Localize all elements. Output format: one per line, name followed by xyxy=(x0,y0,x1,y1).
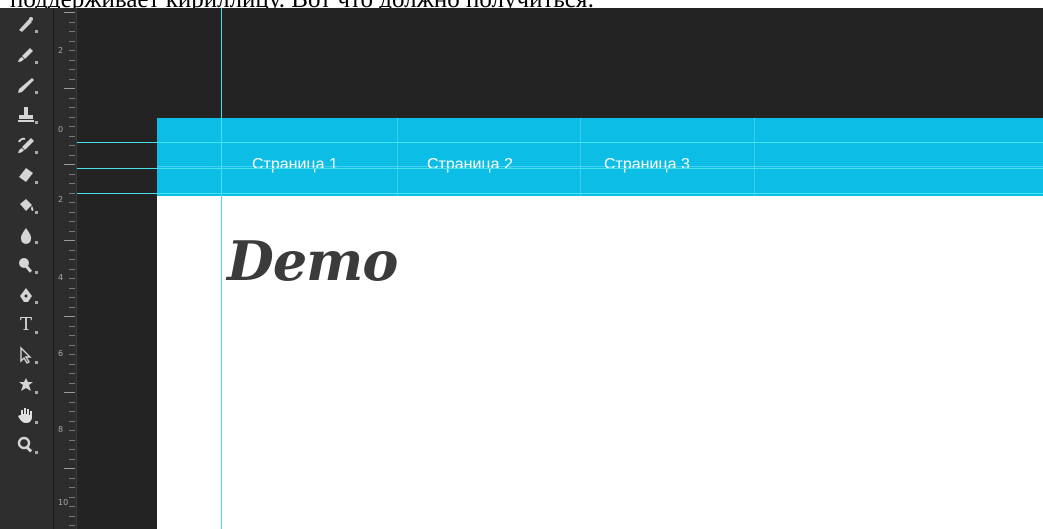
ruler-tick xyxy=(69,326,75,327)
ruler-tick xyxy=(69,411,75,412)
horizontal-guide[interactable] xyxy=(77,193,1043,194)
ruler-tick xyxy=(69,487,75,488)
eraser-icon[interactable] xyxy=(14,165,38,185)
pen-icon[interactable] xyxy=(14,285,38,305)
ruler-label: 8 xyxy=(58,425,64,434)
tools-panel: T xyxy=(0,8,54,529)
ruler-tick xyxy=(69,525,75,526)
paint-bucket-icon[interactable] xyxy=(14,195,38,215)
dodge-icon[interactable] xyxy=(14,255,38,275)
ruler-tick xyxy=(69,430,75,431)
ruler-tick xyxy=(69,212,75,213)
ruler-tick xyxy=(69,459,75,460)
nav-item-page-3[interactable]: Страница 3 xyxy=(604,156,690,174)
ruler-label: 2 xyxy=(58,46,64,55)
ruler-tick xyxy=(69,250,75,251)
document-canvas[interactable]: Страница 1 Страница 2 Страница 3 Demo xyxy=(157,118,1043,529)
demo-logo: Demo xyxy=(227,229,398,293)
ruler-tick xyxy=(64,316,75,317)
ruler-tick xyxy=(69,259,75,260)
ruler-tick xyxy=(69,193,75,194)
type-tool-glyph: T xyxy=(19,314,32,335)
ruler-label: 0 xyxy=(58,125,64,134)
photoshop-window: T 2 0 2 4 6 8 10 Страница 1 Страница 2 С… xyxy=(0,8,1043,529)
vertical-guide[interactable] xyxy=(221,8,222,529)
ruler-tick xyxy=(69,383,75,384)
ruler-tick xyxy=(69,126,75,127)
ruler-tick xyxy=(64,392,75,393)
ruler-tick xyxy=(69,497,75,498)
ruler-tick xyxy=(69,221,75,222)
ruler-tick xyxy=(69,421,75,422)
ruler-tick xyxy=(69,117,75,118)
history-brush-icon[interactable] xyxy=(14,135,38,155)
ruler-tick xyxy=(69,98,75,99)
ruler-tick xyxy=(69,22,75,23)
brush-icon[interactable] xyxy=(14,45,38,65)
type-icon[interactable]: T xyxy=(14,315,38,335)
clone-stamp-icon[interactable] xyxy=(14,105,38,125)
ruler-tick xyxy=(69,449,75,450)
ruler-tick xyxy=(69,288,75,289)
ruler-tick xyxy=(69,107,75,108)
vertical-ruler[interactable]: 2 0 2 4 6 8 10 xyxy=(54,8,77,529)
ruler-tick xyxy=(64,88,75,89)
custom-shape-icon[interactable] xyxy=(14,375,38,395)
ruler-tick xyxy=(64,240,75,241)
ruler-tick xyxy=(69,440,75,441)
ruler-tick xyxy=(69,278,75,279)
ruler-tick xyxy=(69,155,75,156)
spot-healing-icon[interactable] xyxy=(14,14,38,34)
ruler-tick xyxy=(69,335,75,336)
horizontal-guide[interactable] xyxy=(77,142,1043,143)
zoom-icon[interactable] xyxy=(14,435,38,455)
hand-icon[interactable] xyxy=(14,405,38,425)
ruler-tick xyxy=(69,145,75,146)
ruler-tick xyxy=(69,174,75,175)
nav-bar: Страница 1 Страница 2 Страница 3 xyxy=(157,118,1043,196)
ruler-tick xyxy=(69,516,75,517)
ruler-label: 2 xyxy=(58,195,64,204)
ruler-tick xyxy=(69,478,75,479)
ruler-tick xyxy=(64,468,75,469)
blur-icon[interactable] xyxy=(14,225,38,245)
nav-item-page-1[interactable]: Страница 1 xyxy=(252,156,338,174)
pencil-icon[interactable] xyxy=(14,75,38,95)
ruler-tick xyxy=(69,31,75,32)
ruler-tick xyxy=(69,269,75,270)
ruler-tick xyxy=(69,60,75,61)
ruler-tick xyxy=(69,79,75,80)
ruler-tick xyxy=(64,164,75,165)
nav-item-page-2[interactable]: Страница 2 xyxy=(427,156,513,174)
ruler-tick xyxy=(69,231,75,232)
ruler-tick xyxy=(69,136,75,137)
ruler-label: 6 xyxy=(58,349,64,358)
ruler-tick xyxy=(69,202,75,203)
ruler-tick xyxy=(69,354,75,355)
ruler-tick xyxy=(69,373,75,374)
ruler-tick xyxy=(69,506,75,507)
ruler-tick xyxy=(69,402,75,403)
ruler-tick xyxy=(69,183,75,184)
ruler-label: 4 xyxy=(58,273,64,282)
ruler-tick xyxy=(69,345,75,346)
ruler-tick xyxy=(69,297,75,298)
ruler-tick xyxy=(69,364,75,365)
path-selection-icon[interactable] xyxy=(14,345,38,365)
horizontal-guide[interactable] xyxy=(77,168,1043,169)
ruler-tick xyxy=(69,50,75,51)
ruler-label: 10 xyxy=(58,498,69,507)
ruler-tick xyxy=(69,307,75,308)
ruler-tick xyxy=(69,41,75,42)
ruler-tick xyxy=(64,12,75,13)
ruler-tick xyxy=(69,69,75,70)
